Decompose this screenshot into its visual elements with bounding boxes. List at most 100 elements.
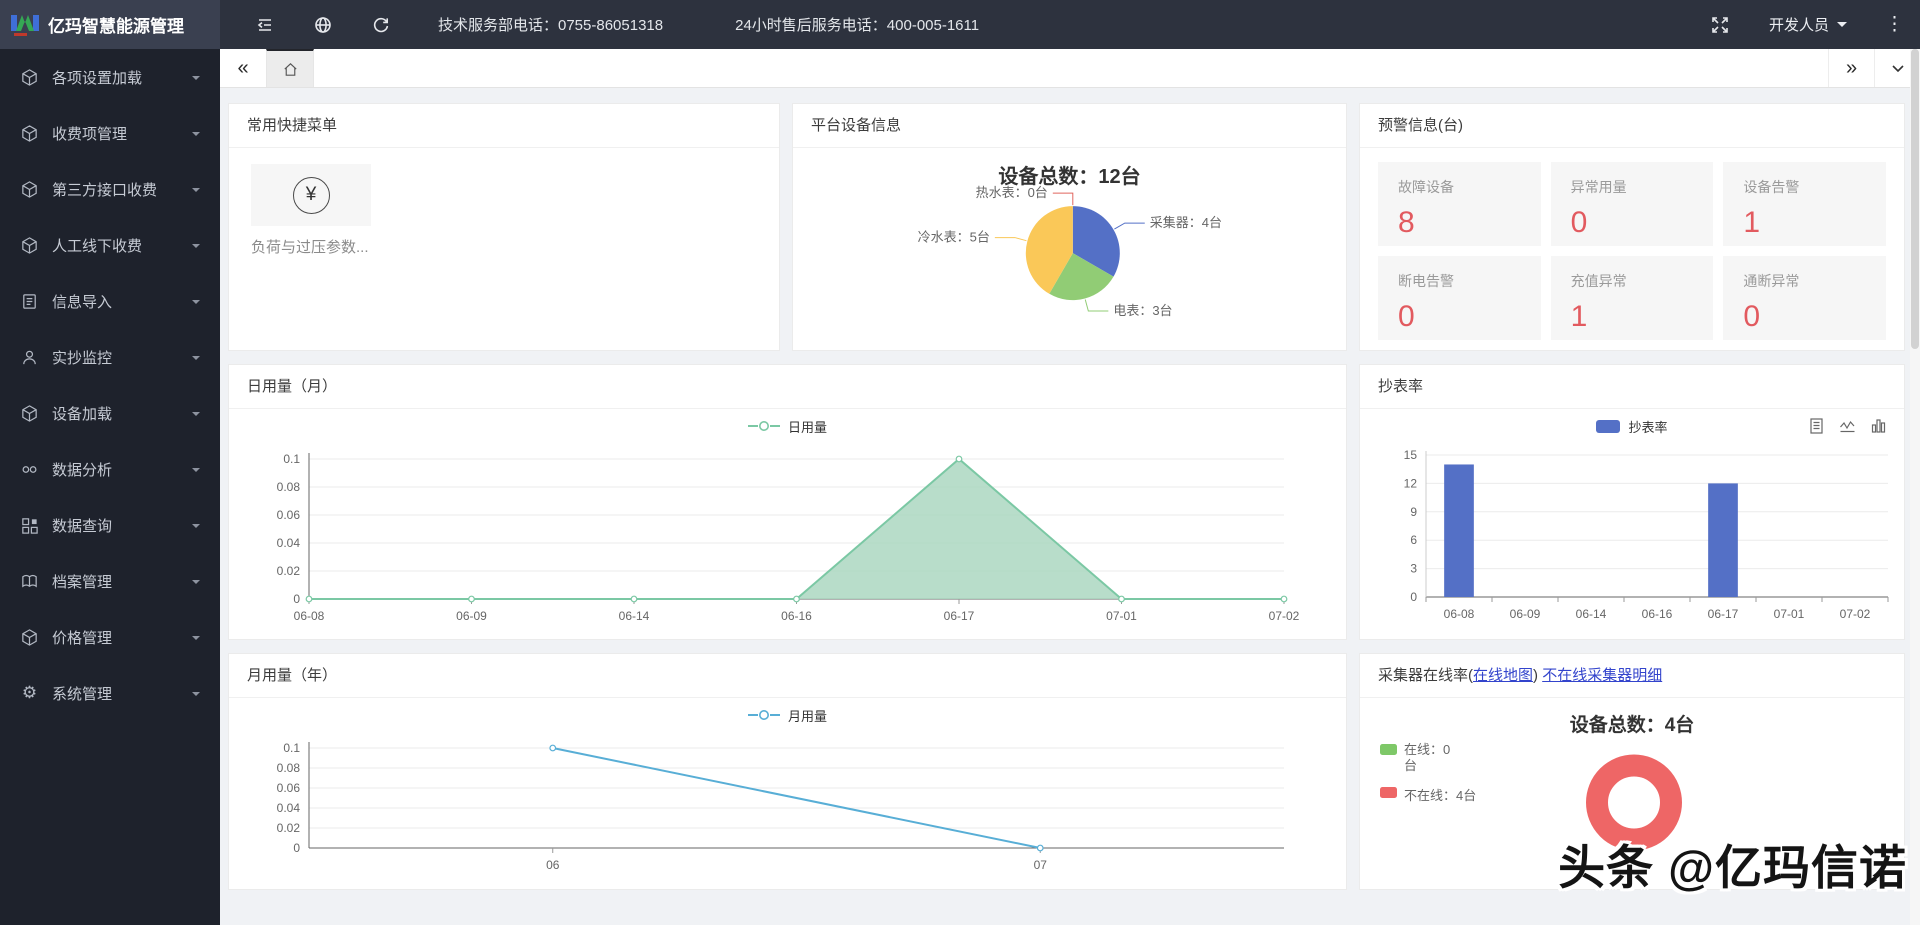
svg-text:0.06: 0.06 [277, 508, 301, 522]
alert-label: 异常用量 [1571, 177, 1714, 197]
sidebar-item-label: 数据分析 [52, 459, 112, 480]
tab-home[interactable] [266, 49, 314, 87]
svg-text:0: 0 [1410, 590, 1417, 604]
alert-cell-abnormal-usage: 异常用量 0 [1551, 162, 1714, 246]
sidebar-collapse-icon[interactable] [254, 14, 276, 36]
tabs-scroll-left-button[interactable]: « [220, 49, 266, 87]
bar-chart-toggle-icon[interactable] [1871, 418, 1886, 434]
legend-swatch-red [1380, 787, 1397, 798]
user-menu[interactable]: 开发人员 [1769, 14, 1847, 35]
svg-text:06-16: 06-16 [781, 609, 812, 623]
sidebar-item-label: 信息导入 [52, 291, 112, 312]
bar-legend-marker-icon [1596, 420, 1620, 433]
sidebar-item-label: 收费项管理 [52, 123, 127, 144]
panel-title-close: ) [1533, 667, 1538, 684]
svg-text:0.1: 0.1 [283, 741, 300, 755]
svg-text:06-09: 06-09 [456, 609, 487, 623]
tab-strip: « » [220, 49, 1920, 88]
data-view-icon[interactable] [1809, 418, 1824, 434]
alert-label: 充值异常 [1571, 271, 1714, 291]
chevron-down-icon [192, 468, 200, 476]
gear-icon: ⚙ [20, 683, 39, 703]
fullscreen-icon[interactable] [1709, 14, 1731, 36]
line-legend-marker-icon [748, 709, 780, 721]
scrollbar-track[interactable] [1910, 49, 1920, 925]
sidebar-item-settings-load[interactable]: 各项设置加载 [0, 49, 220, 105]
sidebar-item-device-load[interactable]: 设备加载 [0, 385, 220, 441]
sidebar-item-thirdparty-fee[interactable]: 第三方接口收费 [0, 161, 220, 217]
online-map-link[interactable]: 在线地图 [1473, 667, 1533, 684]
chevron-down-icon [192, 356, 200, 364]
line-legend-marker-icon [748, 420, 780, 432]
alert-label: 设备告警 [1743, 177, 1886, 197]
chevron-down-icon [192, 76, 200, 84]
sidebar-item-label: 人工线下收费 [52, 235, 142, 256]
alert-value: 0 [1743, 300, 1886, 334]
quick-menu-panel: 常用快捷菜单 ¥ 负荷与过压参数... [228, 103, 780, 351]
chevron-down-icon [192, 580, 200, 588]
brand-block: 亿玛智慧能源管理 [0, 0, 220, 49]
collector-total-title: 设备总数：4台 [1360, 698, 1904, 730]
language-globe-icon[interactable] [312, 14, 334, 36]
legend-label: 月用量 [788, 706, 827, 725]
chevron-down-icon [192, 244, 200, 252]
svg-text:07-01: 07-01 [1774, 607, 1805, 621]
sidebar-item-label: 各项设置加载 [52, 67, 142, 88]
yen-icon: ¥ [293, 177, 330, 214]
svg-text:06-16: 06-16 [1642, 607, 1673, 621]
meter-rate-legend[interactable]: 抄表率 [1360, 409, 1904, 443]
legend-label: 日用量 [788, 417, 827, 436]
device-pie-chart: 热水表：0台采集器：4台电表：3台冷水表：5台 [793, 182, 1346, 340]
monthly-usage-panel: 月用量（年） 月用量 00.020.040.060.080.10607 [228, 653, 1347, 890]
svg-text:采集器：4台: 采集器：4台 [1150, 215, 1222, 230]
sidebar-item-label: 系统管理 [52, 683, 112, 704]
tabs-scroll-right-button[interactable]: » [1828, 49, 1874, 87]
panel-title: 采集器在线率( [1378, 667, 1473, 684]
sidebar-item-archive[interactable]: 档案管理 [0, 553, 220, 609]
scrollbar-thumb[interactable] [1911, 49, 1919, 349]
sidebar-item-price[interactable]: 价格管理 [0, 609, 220, 665]
collector-online-panel: 采集器在线率(在线地图) 不在线采集器明细 设备总数：4台 在线：0台 不在线：… [1359, 653, 1905, 890]
alert-value: 0 [1571, 206, 1714, 240]
sidebar-item-data-analysis[interactable]: 数据分析 [0, 441, 220, 497]
legend-swatch-green [1380, 744, 1397, 755]
chevron-down-icon [192, 132, 200, 140]
legend-offline[interactable]: 不在线：4台 [1380, 785, 1476, 804]
chevron-down-icon [192, 188, 200, 196]
quick-menu-tile[interactable]: ¥ [251, 164, 371, 226]
daily-usage-panel: 日用量（月） 日用量 00.020.040.060.080.106-0806-0… [228, 364, 1347, 640]
tech-phone-text: 技术服务部电话：0755-86051318 [438, 14, 663, 35]
legend-online[interactable]: 在线：0台 [1380, 742, 1476, 775]
sidebar-item-realtime-monitor[interactable]: 实抄监控 [0, 329, 220, 385]
sidebar-item-label: 价格管理 [52, 627, 112, 648]
more-options-icon[interactable]: ⋮ [1885, 15, 1904, 34]
svg-text:0.02: 0.02 [277, 821, 301, 835]
daily-usage-legend[interactable]: 日用量 [229, 409, 1346, 443]
panel-title: 月用量（年） [229, 654, 1346, 698]
alert-value: 8 [1398, 206, 1541, 240]
svg-text:07-01: 07-01 [1106, 609, 1137, 623]
monthly-usage-legend[interactable]: 月用量 [229, 698, 1346, 732]
svg-text:06-14: 06-14 [619, 609, 650, 623]
sidebar-item-fee-items[interactable]: 收费项管理 [0, 105, 220, 161]
sidebar-item-system[interactable]: ⚙ 系统管理 [0, 665, 220, 721]
app-logo [10, 10, 40, 40]
chevron-down-icon [1890, 60, 1906, 76]
offline-collector-detail-link[interactable]: 不在线采集器明细 [1542, 667, 1662, 684]
refresh-icon[interactable] [370, 14, 392, 36]
alert-label: 断电告警 [1398, 271, 1541, 291]
dashboard-content: 常用快捷菜单 ¥ 负荷与过压参数... 平台设备信息 设备总数：12台 热水表：… [220, 88, 1920, 925]
chevron-down-icon [192, 692, 200, 700]
chevron-down-icon [192, 412, 200, 420]
legend-label: 不在线：4台 [1404, 785, 1476, 804]
line-chart-toggle-icon[interactable] [1839, 418, 1856, 434]
svg-text:热水表：0台: 热水表：0台 [976, 185, 1048, 200]
alert-cell-fault-devices: 故障设备8 [1378, 162, 1541, 246]
svg-text:06-08: 06-08 [294, 609, 325, 623]
meter-rate-chart: 0369121506-0806-0906-1406-1606-1707-0107… [1360, 443, 1904, 629]
svg-text:0.02: 0.02 [277, 564, 301, 578]
sidebar-item-info-import[interactable]: 信息导入 [0, 273, 220, 329]
sidebar-item-offline-fee[interactable]: 人工线下收费 [0, 217, 220, 273]
sidebar-item-data-query[interactable]: 数据查询 [0, 497, 220, 553]
svg-text:06-09: 06-09 [1510, 607, 1541, 621]
